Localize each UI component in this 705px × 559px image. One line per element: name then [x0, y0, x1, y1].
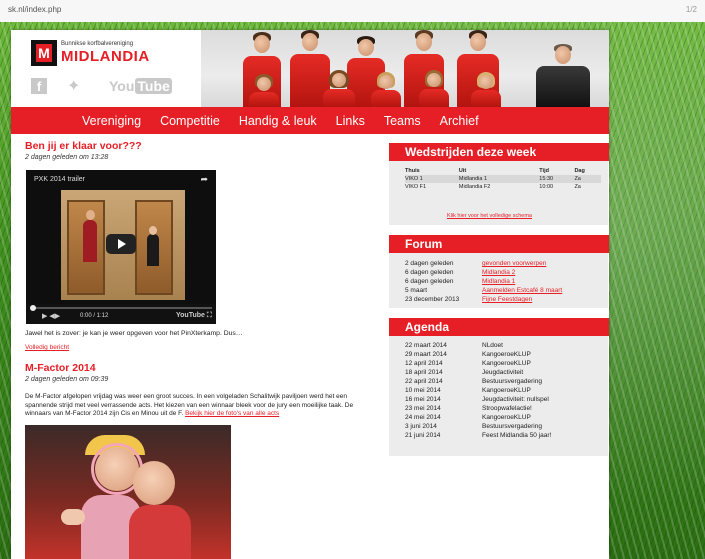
nav-teams[interactable]: Teams — [384, 114, 421, 128]
col-dag: Dag — [574, 168, 585, 174]
col-tijd: Tijd — [539, 168, 549, 174]
play-icon[interactable] — [106, 234, 136, 254]
logo-mark: M — [31, 40, 57, 66]
club-logo[interactable]: M Bunnikse korfbalvereniging MIDLANDIA — [19, 38, 153, 68]
list-item: 21 juni 2014 Feest Midlandia 50 jaar! — [405, 432, 552, 439]
facebook-icon[interactable]: f — [31, 78, 47, 94]
video-time: 0:00 / 1:12 — [80, 313, 109, 319]
twitter-icon[interactable]: ✦ — [67, 76, 80, 96]
nav-handig-leuk[interactable]: Handig & leuk — [239, 114, 317, 128]
read-more-link[interactable]: Volledig bericht — [25, 344, 69, 351]
video-controls[interactable]: ▶ ◀▶ 0:00 / 1:12 YouTube ⛶ — [26, 304, 216, 324]
person-head — [86, 210, 95, 220]
agenda-panel: 22 maart 2014 NLdoet 29 maart 2014 Kangoer… — [389, 336, 608, 456]
list-item: 23 mei 2014 Stroopwafelactie! — [405, 405, 532, 412]
news-post: M-Factor 2014 2 dagen geleden om 09:39 D… — [25, 362, 380, 419]
list-item: 3 juni 2014 Bestuursvergadering — [405, 423, 542, 430]
youtube-fullscreen-icons[interactable]: YouTube ⛶ — [176, 312, 212, 320]
full-schedule-link[interactable]: Klik hier voor het volledige schema — [447, 213, 532, 219]
post-date: 2 dagen geleden om 09:39 — [25, 376, 109, 383]
matches-table: Thuis Uit Tijd Dag VIKO 1 Midlandia 1 15:… — [405, 167, 601, 191]
agenda-header: Agenda — [389, 318, 609, 336]
nav-links[interactable]: Links — [336, 114, 365, 128]
list-item: 6 dagen geleden Midlandia 2 — [405, 268, 516, 277]
person-figure — [147, 234, 159, 266]
post-body: De M-Factor afgelopen vrijdag was weer e… — [25, 393, 354, 417]
forum-panel: 2 dagen geleden gevonden voorwerpen 6 dag… — [389, 253, 608, 308]
forum-header: Forum — [389, 235, 609, 253]
post-title[interactable]: Ben jij er klaar voor??? — [25, 140, 380, 152]
team-photo — [201, 30, 609, 107]
address-bar[interactable]: sk.nl/index.php 1/2 — [0, 0, 705, 22]
nav-vereniging[interactable]: Vereniging — [82, 114, 141, 128]
forum-link[interactable]: Aanmelden Estcafé 8 maart — [482, 286, 562, 295]
list-item: 6 dagen geleden Midlandia 1 — [405, 277, 516, 286]
url-text: sk.nl/index.php — [8, 5, 62, 14]
list-item: 24 mei 2014 KangoeroeKLUP — [405, 414, 531, 421]
photos-link[interactable]: Bekijk hier de foto's van alle acts — [185, 410, 279, 417]
video-player[interactable]: PXK 2014 trailer ➦ ▶ ◀▶ 0:00 / 1:12 YouT… — [26, 170, 216, 324]
player-figure — [419, 70, 449, 107]
matches-panel: Thuis Uit Tijd Dag VIKO 1 Midlandia 1 15:… — [389, 161, 608, 225]
player-figure — [371, 72, 401, 107]
news-column: Ben jij er klaar voor??? 2 dagen geleden… — [25, 140, 380, 559]
forum-link[interactable]: Midlandia 1 — [482, 277, 515, 286]
list-item: 23 december 2013 Fijne Feestdagen — [405, 295, 533, 304]
child-hand — [61, 509, 85, 525]
list-item: 12 april 2014 KangoeroeKLUP — [405, 360, 531, 367]
player-figure — [249, 74, 279, 107]
page-container: M Bunnikse korfbalvereniging MIDLANDIA f… — [11, 30, 609, 559]
col-uit: Uit — [458, 168, 467, 174]
coach-figure — [536, 44, 590, 107]
playback-controls[interactable]: ▶ ◀▶ — [42, 312, 60, 320]
player-figure — [471, 72, 501, 107]
matches-header: Wedstrijden deze week — [389, 143, 609, 161]
site-header: M Bunnikse korfbalvereniging MIDLANDIA f… — [11, 30, 609, 107]
forum-link[interactable]: Midlandia 2 — [482, 268, 515, 277]
list-item: 2 dagen geleden gevonden voorwerpen — [405, 259, 547, 268]
list-item: 29 maart 2014 KangoeroeKLUP — [405, 351, 531, 358]
list-item: 5 maart Aanmelden Estcafé 8 maart — [405, 286, 563, 295]
nav-archief[interactable]: Archief — [440, 114, 479, 128]
list-item: 18 april 2014 Jeugdactiviteit — [405, 369, 524, 376]
post-photo[interactable] — [25, 425, 231, 559]
person-figure — [83, 220, 97, 262]
list-item: 22 maart 2014 NLdoet — [405, 342, 503, 349]
youtube-icon[interactable]: You Tube — [109, 78, 172, 94]
player-figure — [323, 70, 355, 107]
table-row[interactable]: VIKO 1 Midlandia 1 15:30 Za — [405, 175, 601, 183]
sidebar: Wedstrijden deze week Thuis Uit Tijd Dag… — [389, 143, 609, 456]
club-tagline: Bunnikse korfbalvereniging — [61, 41, 134, 47]
page-indicator: 1/2 — [685, 5, 697, 14]
list-item: 22 april 2014 Bestuursvergadering — [405, 378, 542, 385]
list-item: 16 mei 2014 Jeugdactiviteit: nullspel — [405, 396, 549, 403]
post-title[interactable]: M-Factor 2014 — [25, 362, 380, 374]
video-title[interactable]: PXK 2014 trailer — [34, 176, 85, 183]
child-body — [129, 505, 191, 559]
video-progress[interactable] — [30, 305, 212, 311]
post-excerpt: Jawel het is zover: je kan je weer opgev… — [25, 330, 243, 337]
table-row[interactable]: VIKO F1 Midlandia F2 10:00 Za — [405, 183, 601, 191]
list-item: 10 mei 2014 KangoeroeKLUP — [405, 387, 531, 394]
main-nav: Vereniging Competitie Handig & leuk Link… — [11, 107, 609, 134]
nav-competitie[interactable]: Competitie — [160, 114, 220, 128]
post-date: 2 dagen geleden om 13:28 — [25, 154, 109, 161]
share-icon[interactable]: ➦ — [200, 174, 208, 185]
club-name: MIDLANDIA — [61, 48, 150, 65]
col-thuis: Thuis — [405, 168, 420, 174]
child-face — [133, 461, 175, 505]
person-head — [149, 226, 157, 235]
forum-link[interactable]: gevonden voorwerpen — [482, 259, 546, 268]
forum-link[interactable]: Fijne Feestdagen — [482, 295, 532, 304]
